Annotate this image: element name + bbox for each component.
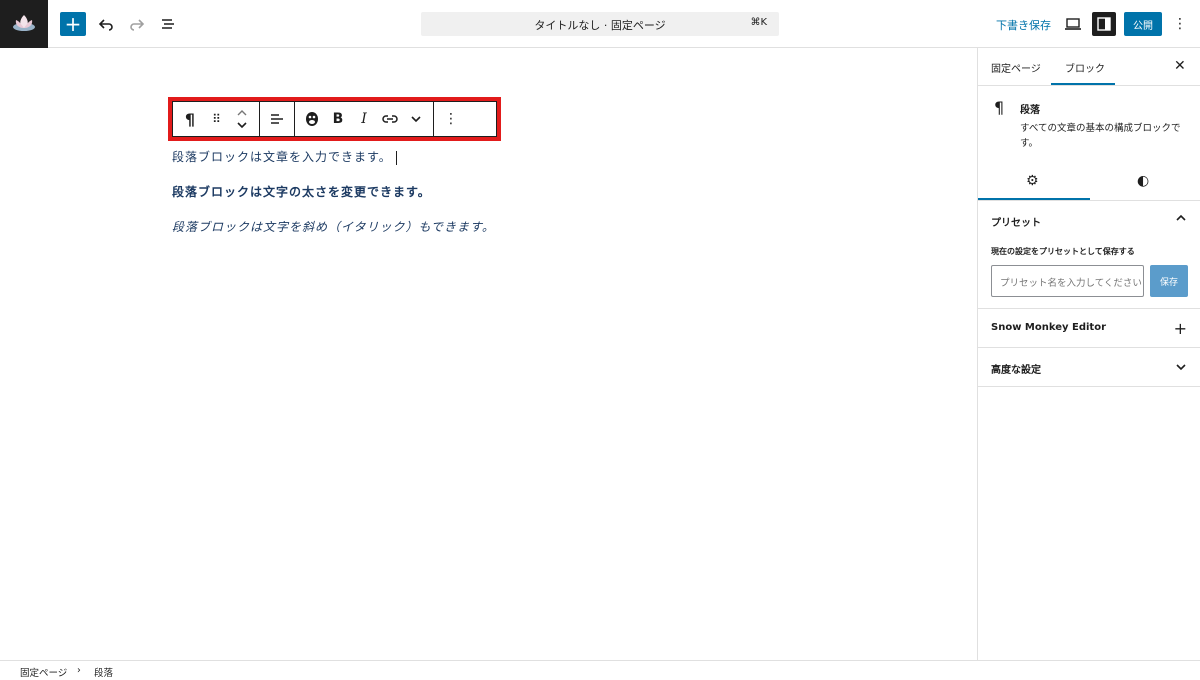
preset-name-input[interactable]: プリセット名を入力してください bbox=[991, 265, 1144, 297]
redo-button[interactable] bbox=[127, 14, 147, 34]
active-subtab-indicator bbox=[978, 198, 1090, 200]
monkey-icon bbox=[306, 112, 318, 126]
snow-monkey-panel[interactable]: Snow Monkey Editor + bbox=[978, 309, 1200, 348]
close-icon: ✕ bbox=[1174, 58, 1186, 74]
tab-styles[interactable]: ◐ bbox=[1137, 173, 1149, 189]
plus-icon: + bbox=[1173, 319, 1187, 338]
block-title: 段落 bbox=[1020, 105, 1040, 116]
paragraph-block-bold[interactable]: 段落ブロックは文字の太さを変更できます。 bbox=[172, 183, 431, 200]
move-up-down-icon bbox=[237, 110, 247, 129]
lotus-icon bbox=[13, 15, 35, 31]
italic-button[interactable]: I bbox=[351, 102, 377, 136]
options-button[interactable]: ⋮ bbox=[1172, 14, 1188, 34]
breadcrumb-separator: › bbox=[77, 665, 81, 676]
bold-button[interactable]: B bbox=[325, 102, 351, 136]
more-vertical-icon: ⋮ bbox=[1173, 16, 1187, 32]
tab-block[interactable]: ブロック bbox=[1065, 60, 1105, 75]
close-sidebar-button[interactable]: ✕ bbox=[1174, 58, 1186, 74]
chevron-down-icon bbox=[411, 116, 421, 123]
chevron-down-icon bbox=[1175, 360, 1187, 374]
redo-icon bbox=[130, 19, 145, 31]
toolbar-group-options: ⋮ bbox=[434, 102, 468, 136]
command-palette[interactable]: タイトルなし · 固定ページ ⌘K bbox=[421, 12, 779, 36]
inspector-tabs: ⚙ ◐ bbox=[978, 161, 1200, 201]
half-circle-icon: ◐ bbox=[1137, 173, 1150, 189]
active-tab-indicator bbox=[1051, 83, 1115, 85]
preview-button[interactable] bbox=[1063, 14, 1083, 34]
paragraph-block-italic[interactable]: 段落ブロックは文字を斜め（イタリック）もできます。 bbox=[172, 218, 495, 235]
chevron-up-icon[interactable] bbox=[1175, 211, 1187, 225]
sidebar-tabs: 固定ページ ブロック ✕ bbox=[978, 48, 1200, 86]
bold-icon: B bbox=[332, 111, 344, 127]
snow-monkey-button[interactable] bbox=[299, 102, 325, 136]
undo-icon bbox=[98, 19, 113, 31]
document-overview-button[interactable] bbox=[158, 14, 178, 34]
preset-save-button[interactable]: 保存 bbox=[1150, 265, 1188, 297]
undo-button[interactable] bbox=[96, 14, 116, 34]
block-type-button[interactable]: ¶ bbox=[177, 102, 203, 136]
list-view-icon bbox=[162, 19, 174, 29]
italic-icon: I bbox=[361, 111, 367, 127]
add-block-button[interactable]: + bbox=[60, 12, 86, 36]
plus-icon: + bbox=[64, 12, 82, 36]
block-toolbar: ¶ ⠿ B I ⋮ bbox=[172, 101, 497, 137]
sidebar-icon bbox=[1097, 17, 1111, 31]
settings-toggle-button[interactable] bbox=[1092, 12, 1116, 36]
shortcut-hint: ⌘K bbox=[750, 17, 767, 28]
breadcrumb-item-paragraph[interactable]: 段落 bbox=[94, 665, 113, 679]
block-options-button[interactable]: ⋮ bbox=[438, 102, 464, 136]
more-formats-button[interactable] bbox=[403, 102, 429, 136]
toolbar-group-align bbox=[260, 102, 295, 136]
advanced-panel-title: 高度な設定 bbox=[991, 365, 1041, 376]
paragraph-block[interactable]: 段落ブロックは文章を入力できます。 bbox=[172, 148, 397, 165]
settings-sidebar: 固定ページ ブロック ✕ ¶ 段落 すべての文章の基本の構成ブロックです。 ⚙ … bbox=[977, 48, 1200, 660]
drag-handle[interactable]: ⠿ bbox=[203, 102, 229, 136]
breadcrumb-item-page[interactable]: 固定ページ bbox=[20, 665, 67, 679]
tab-settings[interactable]: ⚙ bbox=[1026, 173, 1039, 189]
breadcrumb: 固定ページ › 段落 bbox=[0, 660, 1200, 680]
laptop-icon bbox=[1065, 18, 1081, 30]
link-button[interactable] bbox=[377, 102, 403, 136]
align-button[interactable] bbox=[264, 102, 290, 136]
block-description: すべての文章の基本の構成ブロックです。 bbox=[1020, 123, 1181, 149]
document-title: タイトルなし · 固定ページ bbox=[534, 19, 666, 32]
preset-label: 現在の設定をプリセットとして保存する bbox=[991, 247, 1135, 256]
paragraph-text: 段落ブロックは文章を入力できます。 bbox=[172, 150, 392, 164]
gear-icon: ⚙ bbox=[1026, 173, 1039, 189]
move-buttons[interactable] bbox=[229, 102, 255, 136]
more-vertical-icon: ⋮ bbox=[444, 111, 458, 127]
site-logo[interactable] bbox=[0, 0, 48, 48]
toolbar-group-format: B I bbox=[295, 102, 434, 136]
snow-monkey-panel-title: Snow Monkey Editor bbox=[991, 322, 1107, 333]
publish-button[interactable]: 公開 bbox=[1124, 12, 1162, 36]
save-draft-button[interactable]: 下書き保存 bbox=[996, 17, 1051, 33]
pilcrow-icon: ¶ bbox=[994, 98, 1005, 117]
toolbar-group-block: ¶ ⠿ bbox=[173, 102, 260, 136]
advanced-panel[interactable]: 高度な設定 bbox=[978, 348, 1200, 387]
tab-page[interactable]: 固定ページ bbox=[991, 60, 1041, 75]
pilcrow-icon: ¶ bbox=[184, 109, 196, 129]
top-toolbar: + タイトルなし · 固定ページ ⌘K 下書き保存 公開 ⋮ bbox=[0, 0, 1200, 48]
link-icon bbox=[382, 115, 398, 123]
preset-panel-title[interactable]: プリセット bbox=[991, 214, 1041, 229]
text-cursor bbox=[395, 150, 397, 165]
align-left-icon bbox=[271, 114, 283, 124]
drag-icon: ⠿ bbox=[212, 112, 221, 126]
